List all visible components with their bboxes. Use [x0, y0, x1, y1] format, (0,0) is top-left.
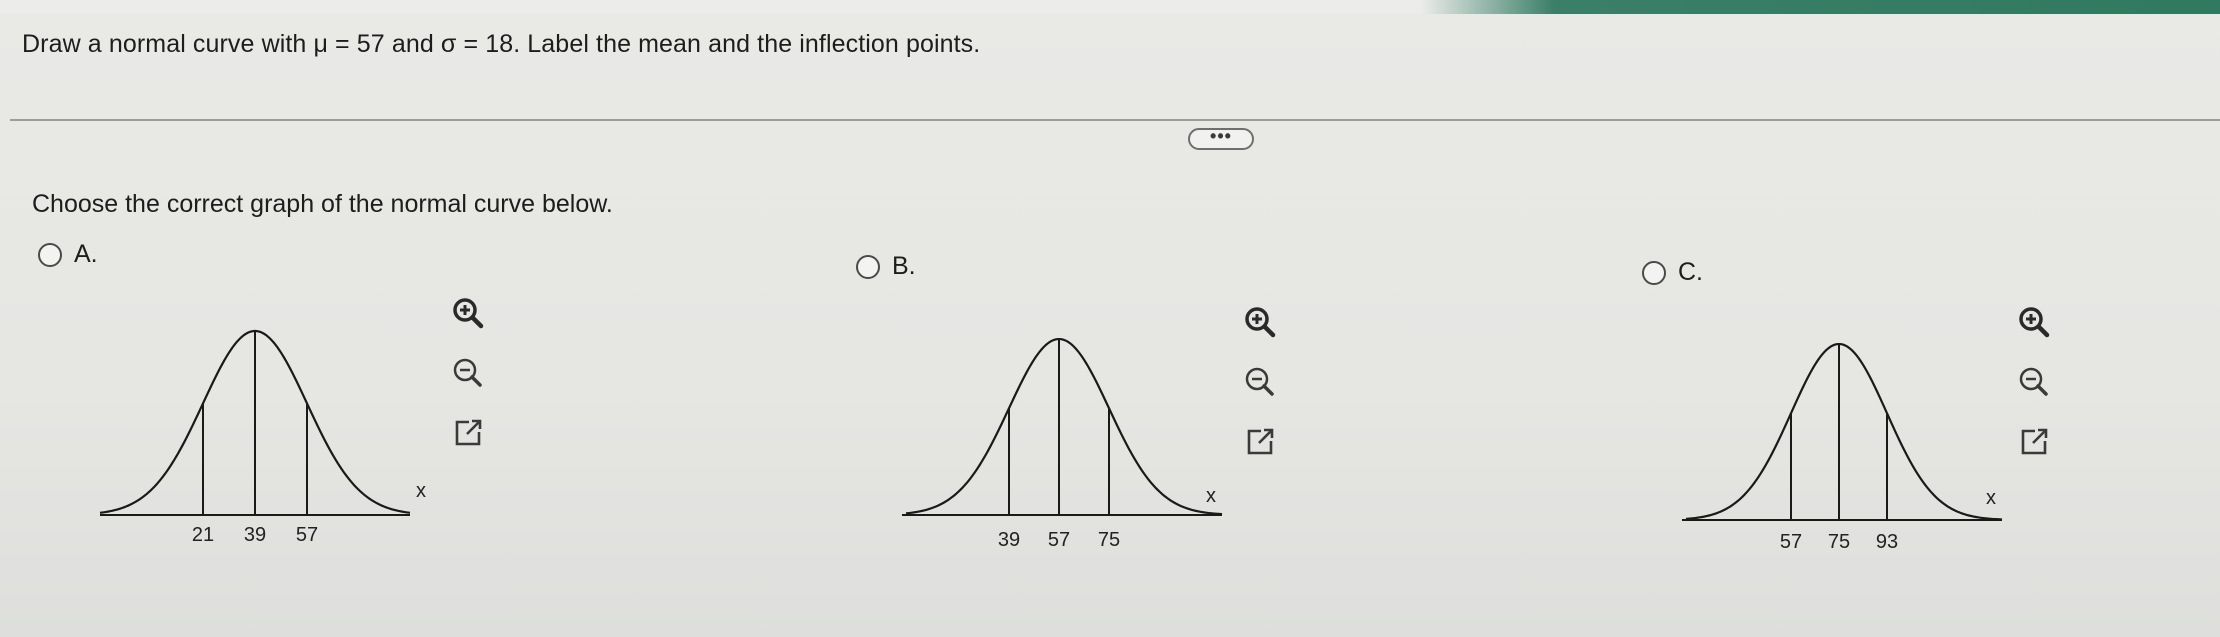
zoom-in-button[interactable]	[446, 293, 490, 337]
zoom-in-icon	[448, 293, 488, 338]
header-accent-bar	[0, 0, 2220, 14]
tick-label-left: 39	[998, 529, 1020, 551]
zoom-in-icon	[2014, 302, 2054, 347]
zoom-out-button[interactable]	[446, 353, 490, 397]
graph-option-a: 21 39 57 x	[99, 325, 440, 550]
normal-curve-a: 21 39 57 x	[99, 329, 426, 546]
open-external-button[interactable]	[1238, 422, 1282, 466]
normal-curve-line	[905, 337, 1223, 516]
graph-tools-a	[446, 293, 490, 457]
option-a-label: A.	[74, 240, 98, 268]
tick-label-mean: 39	[244, 524, 266, 546]
zoom-out-icon	[1240, 362, 1280, 407]
section-divider	[10, 119, 2220, 121]
tick-label-right: 75	[1098, 529, 1120, 551]
normal-curve-c: 57 75 93 x	[1682, 342, 2003, 553]
option-c-label: C.	[1678, 258, 1703, 286]
radio-option-b[interactable]	[856, 254, 880, 279]
graph-tools-c	[2012, 302, 2056, 466]
prompt-text: Choose the correct graph of the normal c…	[32, 190, 613, 218]
tick-label-left: 21	[192, 524, 214, 546]
option-a[interactable]: A.	[38, 240, 98, 269]
option-c[interactable]: C.	[1642, 258, 1703, 287]
radio-option-a[interactable]	[38, 242, 62, 267]
tick-label-left: 57	[1780, 531, 1802, 553]
x-axis-label: x	[1986, 487, 1996, 509]
graph-option-c: 57 75 93 x	[1682, 338, 2022, 563]
zoom-out-icon	[448, 353, 488, 398]
open-external-icon	[448, 413, 488, 458]
normal-curve-b: 39 57 75 x	[902, 337, 1223, 551]
zoom-out-button[interactable]	[1238, 362, 1282, 406]
radio-option-c[interactable]	[1642, 260, 1666, 285]
x-axis-label: x	[416, 480, 426, 502]
question-text: Draw a normal curve with μ = 57 and σ = …	[22, 30, 981, 58]
tick-label-mean: 57	[1048, 529, 1070, 551]
x-axis-label: x	[1206, 485, 1216, 507]
zoom-in-button[interactable]	[2012, 302, 2056, 346]
zoom-out-button[interactable]	[2012, 362, 2056, 406]
graph-option-b: 39 57 75 x	[902, 335, 1242, 560]
open-external-button[interactable]	[2012, 422, 2056, 466]
tick-label-right: 57	[296, 524, 318, 546]
option-b[interactable]: B.	[856, 252, 916, 281]
option-b-label: B.	[892, 252, 916, 280]
graph-tools-b	[1238, 302, 1282, 466]
zoom-out-icon	[2014, 362, 2054, 407]
zoom-in-button[interactable]	[1238, 302, 1282, 346]
tick-label-mean: 75	[1828, 531, 1850, 553]
tick-label-right: 93	[1876, 531, 1898, 553]
open-external-icon	[2014, 422, 2054, 467]
open-external-button[interactable]	[446, 413, 490, 457]
open-external-icon	[1240, 422, 1280, 467]
normal-curve-line	[1685, 342, 2003, 521]
zoom-in-icon	[1240, 302, 1280, 347]
more-options-button[interactable]: •••	[1188, 127, 1254, 150]
